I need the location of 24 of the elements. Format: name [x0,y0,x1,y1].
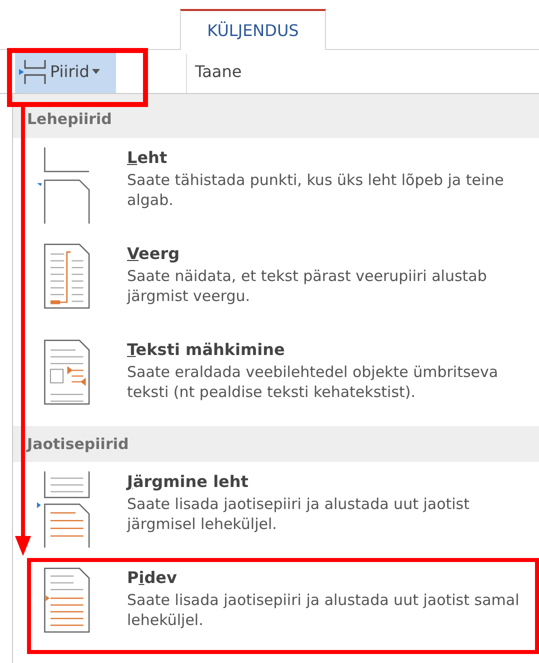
ribbon-tab[interactable]: KÜLJENDUS [180,9,326,50]
item-description: Saate lisada jaotisepiiri ja alustada uut jaotist samal leheküljel. [127,590,520,630]
menu-item[interactable]: Pidev Saate lisada jaotisepiiri ja alustada uut jaotist samal leheküljel. [27,558,539,654]
indent-label: Taane [194,60,242,82]
caret-icon [92,69,100,74]
page-break-icon [37,146,91,226]
breaks-button[interactable]: Piirid [15,50,116,93]
item-title: Leht [127,146,168,168]
item-title: Teksti mähkimine [127,338,286,360]
item-title: Järgmine leht [127,471,250,493]
section-header: Lehepiirid [13,94,539,138]
menu-item[interactable]: Teksti mähkimine Saate eraldada veebilehtedel objekte ümbritseva teksti (nt pealdise teksti kehatekstist). [13,330,539,426]
item-description: Saate eraldada veebilehtedel objekte ümbritseva teksti (nt pealdise teksti kehatekstist). [127,362,500,402]
item-description: Saate näidata, et tekst pärast veerupiiri alustab järgmist veergu. [127,266,488,306]
next-page-icon [37,470,91,550]
item-title: Veerg [127,242,181,264]
menu-item[interactable]: Leht Saate tähistada punkti, kus üks leht lõpeb ja teine algab. [13,138,539,234]
menu-item[interactable]: Veerg Saate näidata, et tekst pärast veerupiiri alustab järgmist veergu. [13,234,539,330]
item-description: Saate lisada jaotisepiiri ja alustada uut jaotist järgmisel leheküljel. [127,494,471,534]
breaks-icon [19,58,47,84]
menu-item[interactable]: Järgmine leht Saate lisada jaotisepiiri ja alustada uut jaotist järgmisel leheküljel. [13,462,539,558]
item-title: Pidev [127,567,178,589]
section-header: Jaotisepiirid [13,426,539,462]
item-description: Saate tähistada punkti, kus üks leht lõpeb ja teine algab. [127,170,505,210]
